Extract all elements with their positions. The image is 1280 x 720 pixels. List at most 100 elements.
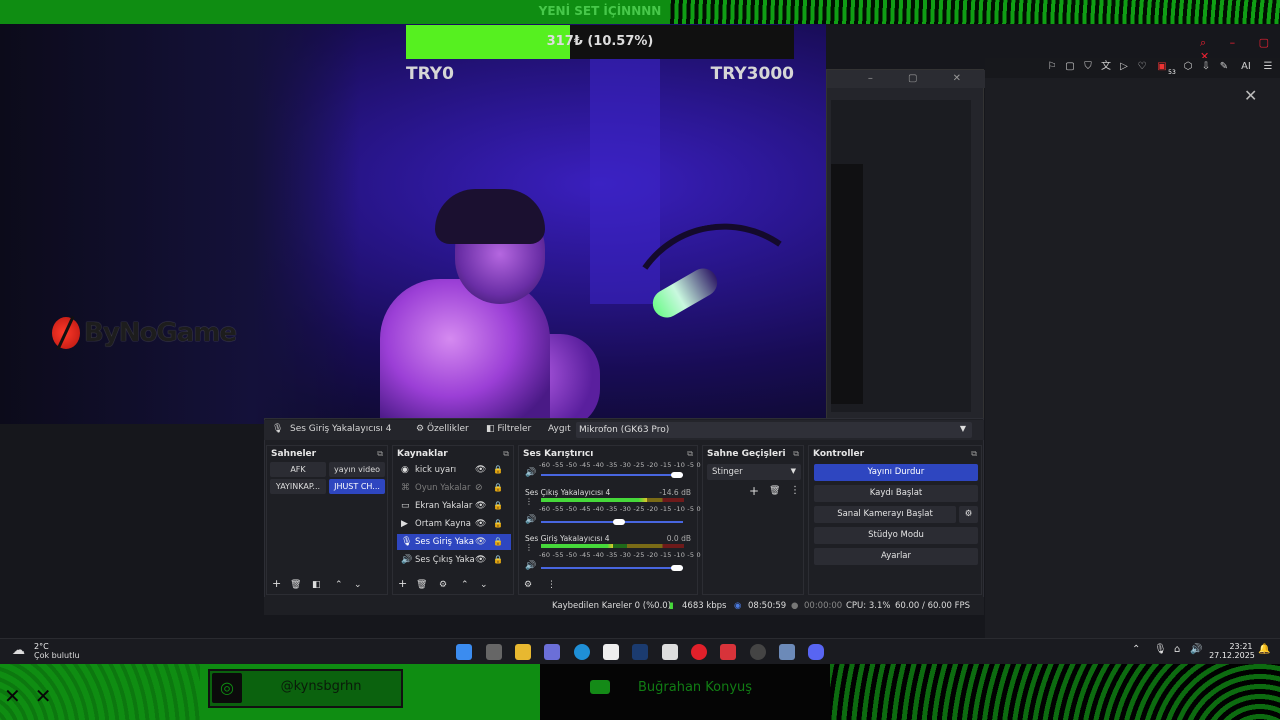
volume-knob[interactable]	[671, 472, 683, 478]
download-icon[interactable]: ⇩	[1199, 60, 1213, 74]
lock-icon[interactable]: 🔒	[493, 480, 503, 496]
visibility-icon[interactable]: 👁	[475, 498, 486, 514]
settings-button[interactable]: Ayarlar	[814, 548, 978, 565]
advanced-audio-icon[interactable]: ⚙	[524, 580, 532, 590]
channel-menu-icon[interactable]: ⋮	[525, 497, 533, 506]
app-red-icon[interactable]	[720, 644, 736, 660]
menu-icon[interactable]: ☰	[1261, 60, 1275, 74]
visibility-icon[interactable]: 👁	[475, 552, 486, 568]
start-recording-button[interactable]: Kaydı Başlat	[814, 485, 978, 502]
opera-gx-icon[interactable]	[691, 644, 707, 660]
visibility-icon[interactable]: 👁	[475, 462, 486, 478]
source-item[interactable]: ▭ Ekran Yakalar 👁 🔒	[397, 498, 511, 514]
scene-afk[interactable]: AFK	[270, 462, 326, 477]
stop-stream-button[interactable]: Yayını Durdur	[814, 464, 978, 481]
properties-button[interactable]: ⚙ Özellikler	[416, 424, 469, 434]
volume-slider[interactable]	[541, 474, 683, 476]
browser-window-controls[interactable]: ⌕ – ▢ ✕	[1200, 36, 1280, 63]
play-icon[interactable]: ▷	[1117, 60, 1131, 74]
move-down-icon[interactable]: ⌄	[480, 580, 488, 590]
add-scene-icon[interactable]: +	[272, 577, 281, 590]
lock-icon[interactable]: 🔒	[493, 552, 503, 568]
volume-knob[interactable]	[613, 519, 625, 525]
lock-icon[interactable]: 🔒	[493, 516, 503, 532]
tray-expand-icon[interactable]: ⌃	[1132, 644, 1140, 655]
screenshot-icon[interactable]: ▢	[1063, 60, 1077, 74]
ai-button[interactable]: AI	[1235, 60, 1257, 74]
device-select[interactable]: Mikrofon (GK63 Pro) ▼	[576, 422, 972, 438]
visibility-icon[interactable]: 👁	[475, 516, 486, 532]
popout-icon[interactable]: ⧉	[793, 449, 799, 459]
capcut-icon[interactable]	[603, 644, 619, 660]
cube-icon[interactable]: ⬡	[1181, 60, 1195, 74]
add-transition-icon[interactable]: +	[749, 484, 759, 498]
scenes-panel: Sahneler ⧉ AFK yayın video YAYINKAP... J…	[266, 445, 388, 595]
app-gear-icon[interactable]	[779, 644, 795, 660]
virtualcam-settings-icon[interactable]: ⚙	[959, 506, 978, 523]
source-item[interactable]: ⌘ Oyun Yakalar ⊘ 🔒	[397, 480, 511, 496]
move-down-icon[interactable]: ⌄	[354, 580, 362, 590]
store-icon[interactable]	[662, 644, 678, 660]
scene-filter-icon[interactable]: ◧	[312, 580, 321, 590]
remove-scene-icon[interactable]: 🗑	[290, 580, 301, 590]
source-item-selected[interactable]: 🎙 Ses Giriş Yaka 👁 🔒	[397, 534, 511, 550]
speaker-icon[interactable]: 🔊	[525, 468, 536, 478]
source-item[interactable]: ▶ Ortam Kayna 👁 🔒	[397, 516, 511, 532]
edge-icon[interactable]	[574, 644, 590, 660]
volume-icon[interactable]: 🔊	[1190, 644, 1202, 655]
transition-select[interactable]: Stinger ▼	[707, 464, 801, 480]
speaker-icon[interactable]: 🔊	[525, 561, 536, 571]
clock-time[interactable]: 23:21	[1220, 642, 1262, 651]
task-view-icon[interactable]	[486, 644, 502, 660]
mixer-menu-icon[interactable]: ⋮	[547, 580, 556, 590]
speaker-icon[interactable]: 🔊	[525, 515, 536, 525]
close-panel-icon[interactable]: ✕	[1244, 86, 1257, 105]
transition-menu-icon[interactable]: ⋮	[790, 485, 800, 496]
volume-slider[interactable]	[541, 567, 683, 569]
secondary-window-controls[interactable]: – ▢ ✕	[827, 70, 985, 88]
start-icon[interactable]	[456, 644, 472, 660]
popout-icon[interactable]: ⧉	[687, 449, 693, 459]
popout-icon[interactable]: ⧉	[971, 449, 977, 459]
steam-icon[interactable]	[632, 644, 648, 660]
volume-slider[interactable]	[541, 521, 683, 523]
scene-yayin-video[interactable]: yayın video	[329, 462, 385, 477]
heart-icon[interactable]: ♡	[1135, 60, 1149, 74]
remove-source-icon[interactable]: 🗑	[416, 580, 427, 590]
clock-date[interactable]: 27.12.2025	[1208, 651, 1256, 660]
discord-icon[interactable]	[808, 644, 824, 660]
properties-label: Özellikler	[426, 424, 469, 434]
bookmark-icon[interactable]: ⚐	[1045, 60, 1059, 74]
add-source-icon[interactable]: +	[398, 577, 407, 590]
obs-icon[interactable]	[750, 644, 766, 660]
notification-icon[interactable]: ✎	[1217, 60, 1231, 74]
fps: 60.00 / 60.00 FPS	[895, 601, 971, 611]
channel-menu-icon[interactable]: ⋮	[525, 543, 533, 552]
popout-icon[interactable]: ⧉	[503, 449, 509, 459]
source-item[interactable]: ◉ kick uyarı 👁 🔒	[397, 462, 511, 478]
start-virtualcam-button[interactable]: Sanal Kamerayı Başlat	[814, 506, 956, 523]
move-up-icon[interactable]: ⌃	[461, 580, 469, 590]
lock-icon[interactable]: 🔒	[493, 498, 503, 514]
teams-icon[interactable]	[544, 644, 560, 660]
source-settings-icon[interactable]: ⚙	[439, 580, 447, 590]
filters-button[interactable]: ◧ Filtreler	[486, 424, 531, 434]
translate-icon[interactable]: 文	[1099, 60, 1113, 74]
weather-icon[interactable]: ☁	[12, 643, 25, 658]
lock-icon[interactable]: 🔒	[493, 534, 503, 550]
scene-yayinkap[interactable]: YAYINKAP...	[270, 479, 326, 494]
move-up-icon[interactable]: ⌃	[335, 580, 343, 590]
source-item[interactable]: 🔊 Ses Çıkış Yaka 👁 🔒	[397, 552, 511, 568]
network-icon[interactable]: ⌂	[1174, 644, 1180, 655]
visibility-off-icon[interactable]: ⊘	[475, 480, 483, 496]
file-explorer-icon[interactable]	[515, 644, 531, 660]
studio-mode-button[interactable]: Stüdyo Modu	[814, 527, 978, 544]
mic-tray-icon[interactable]: 🎙	[1154, 644, 1167, 655]
scene-jhust-ch[interactable]: JHUST CH...	[329, 479, 385, 494]
lock-icon[interactable]: 🔒	[493, 462, 503, 478]
visibility-icon[interactable]: 👁	[475, 534, 486, 550]
volume-knob[interactable]	[671, 565, 683, 571]
popout-icon[interactable]: ⧉	[377, 449, 383, 459]
shield-icon[interactable]: ⛉	[1081, 60, 1095, 74]
remove-transition-icon[interactable]: 🗑	[769, 486, 780, 496]
